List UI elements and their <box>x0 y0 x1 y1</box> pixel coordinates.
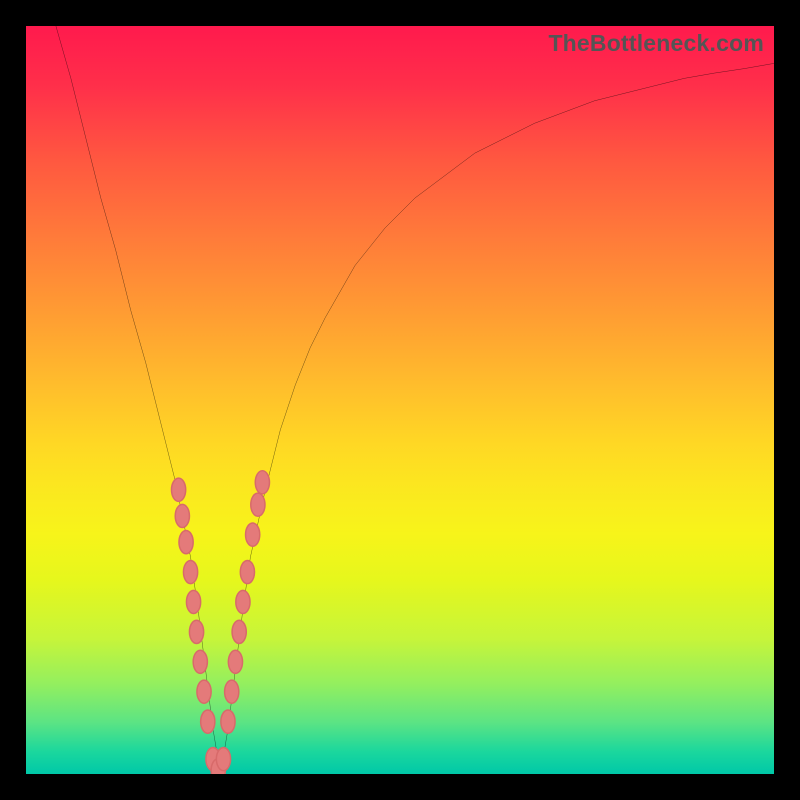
data-marker <box>225 680 239 703</box>
data-marker <box>221 710 235 733</box>
plot-area: TheBottleneck.com <box>26 26 774 774</box>
data-marker <box>186 590 200 613</box>
bottleneck-curve <box>56 26 774 774</box>
data-marker <box>211 759 225 774</box>
data-marker <box>171 478 185 501</box>
data-marker <box>228 650 242 673</box>
data-marker <box>255 471 269 494</box>
curve-layer <box>56 26 774 774</box>
data-marker <box>232 620 246 643</box>
data-marker <box>236 590 250 613</box>
data-marker <box>197 680 211 703</box>
data-marker <box>189 620 203 643</box>
marker-layer <box>171 471 269 774</box>
data-marker <box>251 493 265 516</box>
data-marker <box>216 747 230 770</box>
data-marker <box>201 710 215 733</box>
data-marker <box>175 504 189 527</box>
data-marker <box>179 531 193 554</box>
data-marker <box>246 523 260 546</box>
data-marker <box>193 650 207 673</box>
chart-svg <box>26 26 774 774</box>
chart-frame: TheBottleneck.com <box>0 0 800 800</box>
attribution-watermark: TheBottleneck.com <box>548 30 764 57</box>
data-marker <box>183 560 197 583</box>
data-marker <box>240 560 254 583</box>
data-marker <box>206 747 220 770</box>
